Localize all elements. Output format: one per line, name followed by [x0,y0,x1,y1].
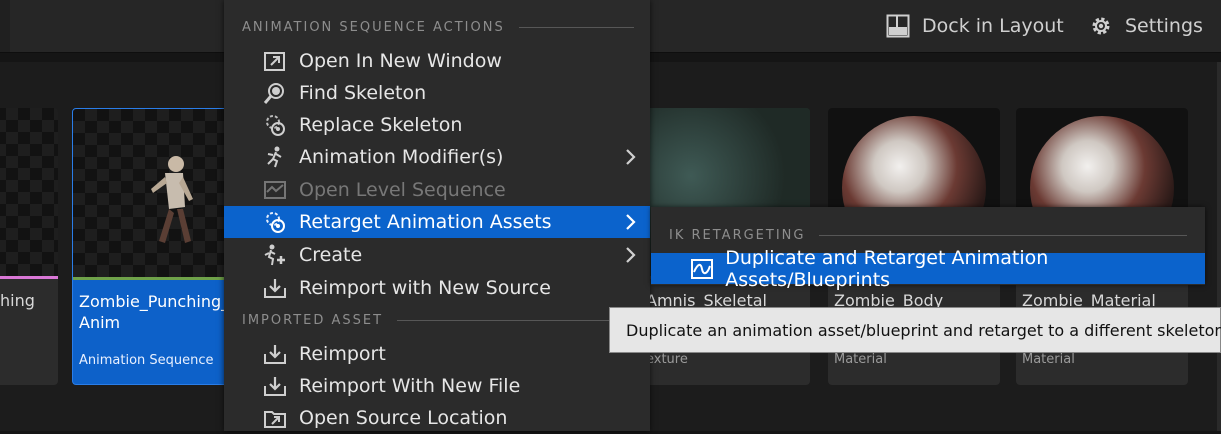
menu-item-label: Reimport With New File [299,375,521,397]
menu-item-replace-skeleton[interactable]: Replace Skeleton [224,109,650,141]
menu-item-label: Open Level Sequence [299,179,506,201]
section-header-label: IMPORTED ASSET [242,312,384,328]
create-icon [262,242,288,268]
dock-in-layout-label: Dock in Layout [922,15,1064,37]
section-header-imported-asset: IMPORTED ASSET [242,310,634,330]
section-divider [518,26,634,28]
scrollbar-track[interactable] [1217,62,1221,431]
gear-icon [1092,17,1110,35]
animation-modifier-icon [262,144,288,170]
settings-label: Settings [1125,15,1203,37]
chevron-right-icon [626,214,636,230]
tooltip-text: Duplicate an animation asset/blueprint a… [626,320,1221,340]
section-header-label: IK RETARGETING [669,227,806,243]
retarget-graph-icon [689,256,714,282]
asset-type-strip [73,277,231,280]
menu-item-label: Animation Modifier(s) [299,146,504,168]
menu-item-open-source-location[interactable]: Open Source Location [224,402,650,434]
dock-in-layout-button[interactable]: Dock in Layout [886,0,1064,52]
asset-thumbnail [0,108,58,278]
chevron-right-icon [626,149,636,165]
section-header-ik-retargeting: IK RETARGETING [669,225,1187,245]
level-sequence-icon [262,177,288,203]
asset-tile-zombie-punching-anim[interactable]: Zombie_Punching_ Anim Animation Sequence [72,108,232,385]
menu-item-label: Retarget Animation Assets [299,211,552,233]
asset-type: Material [1022,352,1075,367]
retarget-submenu: IK RETARGETING Duplicate and Retarget An… [651,207,1205,291]
reimport-icon [262,373,288,399]
menu-item-find-skeleton[interactable]: Find Skeleton [224,77,650,109]
toolbar-left-edge [0,0,10,52]
asset-tile[interactable]: hing [0,108,58,385]
reimport-icon [262,275,288,301]
section-header-animation-sequence-actions: ANIMATION SEQUENCE ACTIONS [242,17,634,37]
tooltip: Duplicate an animation asset/blueprint a… [609,307,1221,353]
menu-item-open-in-new-window[interactable]: Open In New Window [224,45,650,77]
menu-item-label: Replace Skeleton [299,114,463,136]
asset-thumbnail [73,109,231,277]
chevron-right-icon [626,247,636,263]
context-menu: ANIMATION SEQUENCE ACTIONS Open In New W… [224,0,650,431]
menu-item-label: Duplicate and Retarget Animation Assets/… [725,246,1049,291]
section-header-label: ANIMATION SEQUENCE ACTIONS [242,19,505,35]
open-window-icon [262,48,288,74]
asset-type-strip [0,276,58,279]
menu-item-animation-modifiers[interactable]: Animation Modifier(s) [224,141,650,173]
find-skeleton-icon [262,80,288,106]
menu-item-label: Open In New Window [299,50,502,72]
menu-item-label: Reimport with New Source [299,277,551,299]
replace-skeleton-icon [262,112,288,138]
menu-item-create[interactable]: Create [224,239,650,271]
menu-item-duplicate-and-retarget[interactable]: Duplicate and Retarget Animation Assets/… [651,247,1205,291]
asset-type: Animation Sequence [79,353,214,368]
menu-item-open-level-sequence[interactable]: Open Level Sequence [224,174,650,206]
asset-name: hing [0,291,35,310]
asset-name: Zombie_Punching_ Anim [79,292,230,332]
menu-item-label: Create [299,244,363,266]
asset-type: exture [646,352,688,367]
dock-layout-icon [886,14,910,38]
settings-button[interactable]: Settings [1089,0,1203,52]
menu-item-retarget-animation-assets[interactable]: Retarget Animation Assets [224,206,650,238]
menu-item-reimport-with-new-file[interactable]: Reimport With New File [224,370,650,402]
folder-icon [262,405,288,431]
menu-item-reimport[interactable]: Reimport [224,338,650,370]
menu-item-label: Open Source Location [299,407,508,429]
menu-item-reimport-with-new-source[interactable]: Reimport with New Source [224,272,650,304]
menu-item-label: Reimport [299,343,386,365]
menu-item-label: Find Skeleton [299,82,427,104]
reimport-icon [262,341,288,367]
asset-type: Material [834,352,887,367]
section-divider [819,234,1187,236]
retarget-icon [262,209,288,235]
section-divider [397,319,634,321]
zombie-figure-icon [151,156,193,243]
